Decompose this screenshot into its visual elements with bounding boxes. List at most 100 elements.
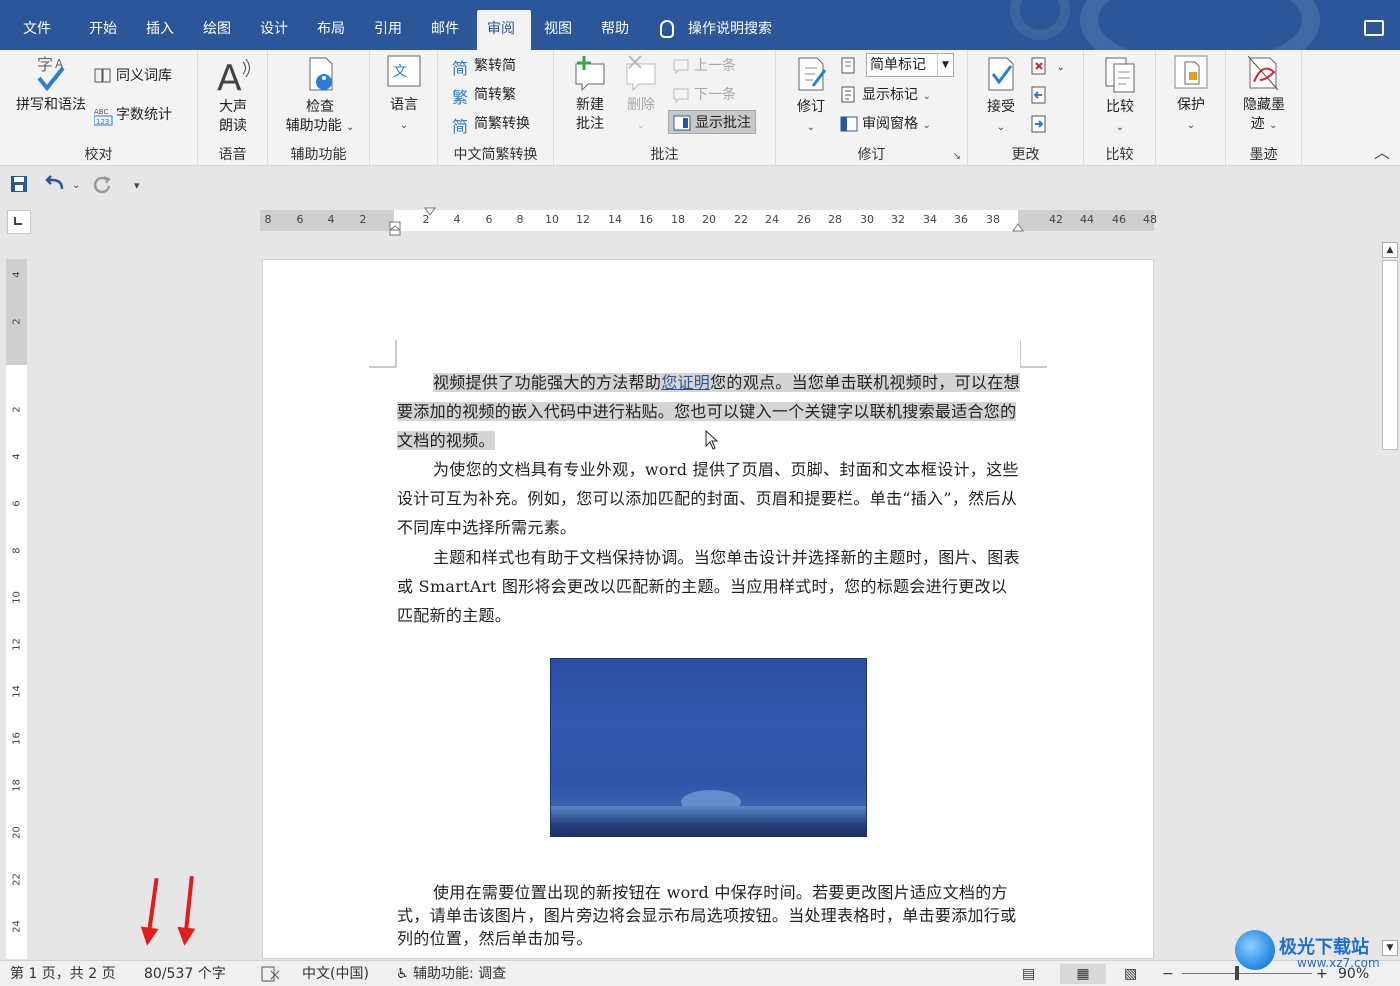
undo-icon[interactable] (44, 175, 66, 197)
chinese-conversion-icon: 简 (452, 117, 469, 136)
thesaurus-button[interactable]: 同义词库 (94, 64, 172, 88)
proofing-status-icon[interactable] (261, 964, 281, 984)
show-comments-label: 显示批注 (695, 115, 751, 131)
redo-icon[interactable] (92, 175, 112, 197)
track-changes-button[interactable]: 修订 ⌄ (788, 56, 834, 137)
accept-button[interactable]: 接受 ⌄ (978, 56, 1024, 137)
markup-select[interactable]: 简单标记 ▼ (866, 53, 954, 77)
crop-mark-left (369, 340, 397, 368)
document-page[interactable]: 视频提供了功能强大的方法帮助您证明您的观点。当您单击联机视频时，可以在想要添加的… (262, 259, 1154, 959)
tab-view[interactable]: 视图 (534, 10, 582, 50)
markup-display-icon (840, 54, 862, 78)
next-comment-button[interactable]: 下一条 (672, 83, 736, 107)
compare-icon (1102, 56, 1138, 94)
tell-me-search[interactable]: 操作说明搜索 (660, 10, 772, 50)
chinese-conversion-button[interactable]: 简简繁转换 (452, 112, 530, 136)
protect-button[interactable]: 保护 ⌄ (1168, 54, 1214, 135)
web-layout-icon[interactable]: ▧ (1124, 964, 1137, 984)
tab-design[interactable]: 设计 (250, 10, 298, 50)
watermark-logo-icon (1235, 930, 1275, 970)
paragraph-2[interactable]: 为使您的文档具有专业外观，word 提供了页眉、页脚、封面和文本框设计，这些设计… (397, 455, 1021, 542)
zoom-slider[interactable] (1182, 973, 1312, 974)
ruler-number: 12 (11, 638, 23, 651)
ruler-number: 20 (11, 826, 23, 839)
show-markup-icon (840, 86, 858, 104)
language-status[interactable]: 中文(中国) (302, 964, 369, 984)
p1-link[interactable]: 您证明 (661, 373, 710, 392)
word-count-button[interactable]: ABC 123 字数统计 (93, 103, 172, 127)
group-ink: 隐藏墨 迹 ⌄ 墨迹 (1226, 50, 1302, 166)
tab-draw[interactable]: 绘图 (193, 10, 241, 50)
lightbulb-icon (660, 20, 674, 38)
paragraph-4[interactable]: 使用在需要位置出现的新按钮在 word 中保存时间。若要更改图片适应文档的方式，… (397, 881, 1021, 950)
print-layout-icon[interactable]: ▦ (1060, 964, 1106, 984)
vertical-ruler[interactable]: 4 2 2 4 6 8 10 12 14 16 18 20 22 24 (6, 259, 27, 959)
tab-references[interactable]: 引用 (364, 10, 412, 50)
first-line-indent-icon[interactable] (424, 207, 436, 217)
previous-change-button[interactable] (1030, 83, 1052, 107)
language-button[interactable]: 文 语言 ⌄ (382, 54, 426, 135)
paragraph-3[interactable]: 主题和样式也有助于文档保持协调。当您单击设计并选择新的主题时，图片、图表或 Sm… (397, 543, 1021, 630)
word-count-status[interactable]: 80/537 个字 (144, 964, 226, 984)
spelling-grammar-button[interactable]: 字A 拼写和语法 (8, 54, 94, 115)
read-aloud-icon: A (215, 56, 251, 99)
ruler-number: 2 (11, 406, 23, 413)
show-markup-button[interactable]: 显示标记 ⌄ (840, 83, 931, 107)
next-change-button[interactable] (1030, 112, 1052, 136)
previous-change-icon (1030, 86, 1048, 104)
new-comment-button[interactable]: 新建 批注 (564, 54, 616, 134)
simplified-to-traditional-button[interactable]: 繁简转繁 (452, 83, 516, 107)
p1-pre: 视频提供了功能强大的方法帮助 (433, 373, 662, 392)
ruler-number: 8 (264, 213, 272, 226)
ruler-number: 14 (608, 213, 622, 226)
tab-home[interactable]: 开始 (79, 10, 127, 50)
chevron-down-icon: ⌄ (346, 122, 355, 133)
undo-dropdown-icon[interactable]: ⌄ (72, 175, 80, 197)
customize-qat-icon[interactable]: ▾ (134, 175, 140, 197)
traditional-to-simplified-button[interactable]: 简繁转简 (452, 54, 516, 78)
accessibility-status[interactable]: ♿ 辅助功能: 调查 (396, 964, 506, 984)
title-decoration (1080, 0, 1320, 50)
chevron-down-icon: ⌄ (1056, 62, 1065, 73)
previous-comment-button[interactable]: 上一条 (672, 54, 736, 78)
document-image[interactable] (550, 658, 867, 837)
show-comments-button[interactable]: 显示批注 (668, 110, 756, 134)
scrollbar-thumb[interactable] (1382, 260, 1398, 450)
read-aloud-label-1: 大声 (219, 99, 247, 115)
protect-label: 保护 (1177, 97, 1205, 113)
tab-selector[interactable] (7, 210, 31, 234)
page-count[interactable]: 第 1 页，共 2 页 (10, 964, 116, 984)
chevron-down-icon[interactable]: ▼ (937, 54, 953, 76)
tab-review[interactable]: 审阅 (477, 10, 531, 50)
comments-pane-icon[interactable] (1364, 20, 1384, 36)
tab-mailings[interactable]: 邮件 (421, 10, 469, 50)
zoom-out-icon[interactable]: − (1162, 964, 1174, 984)
right-indent-icon[interactable] (1012, 220, 1024, 232)
save-icon[interactable] (10, 175, 28, 197)
review-pane-button[interactable]: 审阅窗格 ⌄ (840, 112, 931, 136)
dialog-launcher-icon[interactable]: ↘ (953, 151, 961, 162)
group-compare-label: 比较 (1105, 147, 1134, 163)
reject-change-button[interactable]: ⌄ (1030, 54, 1065, 78)
compare-button[interactable]: 比较 ⌄ (1096, 56, 1144, 137)
read-mode-icon[interactable]: ▤ (1022, 964, 1035, 984)
vertical-scrollbar[interactable]: ▲ ▼ (1380, 240, 1400, 958)
scroll-up-icon[interactable]: ▲ (1382, 242, 1398, 258)
indent-marker-icon[interactable] (389, 208, 401, 236)
hide-ink-button[interactable]: 隐藏墨 迹 ⌄ (1234, 54, 1294, 135)
read-aloud-button[interactable]: A 大声 朗读 (210, 56, 256, 136)
tab-insert[interactable]: 插入 (136, 10, 184, 50)
tab-help[interactable]: 帮助 (591, 10, 639, 50)
horizontal-ruler[interactable]: 8 6 4 2 2 4 6 8 10 12 14 16 18 20 22 24 … (260, 207, 1157, 236)
group-language: 文 语言 ⌄ (370, 50, 438, 166)
tab-layout[interactable]: 布局 (307, 10, 355, 50)
check-accessibility-button[interactable]: 检查 辅助功能 ⌄ (278, 56, 362, 137)
collapse-ribbon-icon[interactable]: ︿ (1374, 139, 1390, 163)
new-comment-label-1: 新建 (576, 97, 604, 113)
delete-comment-button[interactable]: 删除 ⌄ (618, 54, 664, 135)
ruler-number: 8 (11, 547, 23, 554)
hide-ink-label-1: 隐藏墨 (1243, 97, 1285, 113)
ruler-number: 8 (516, 213, 524, 226)
chevron-down-icon: ⌄ (1269, 120, 1278, 131)
tab-file[interactable]: 文件 (13, 10, 61, 50)
